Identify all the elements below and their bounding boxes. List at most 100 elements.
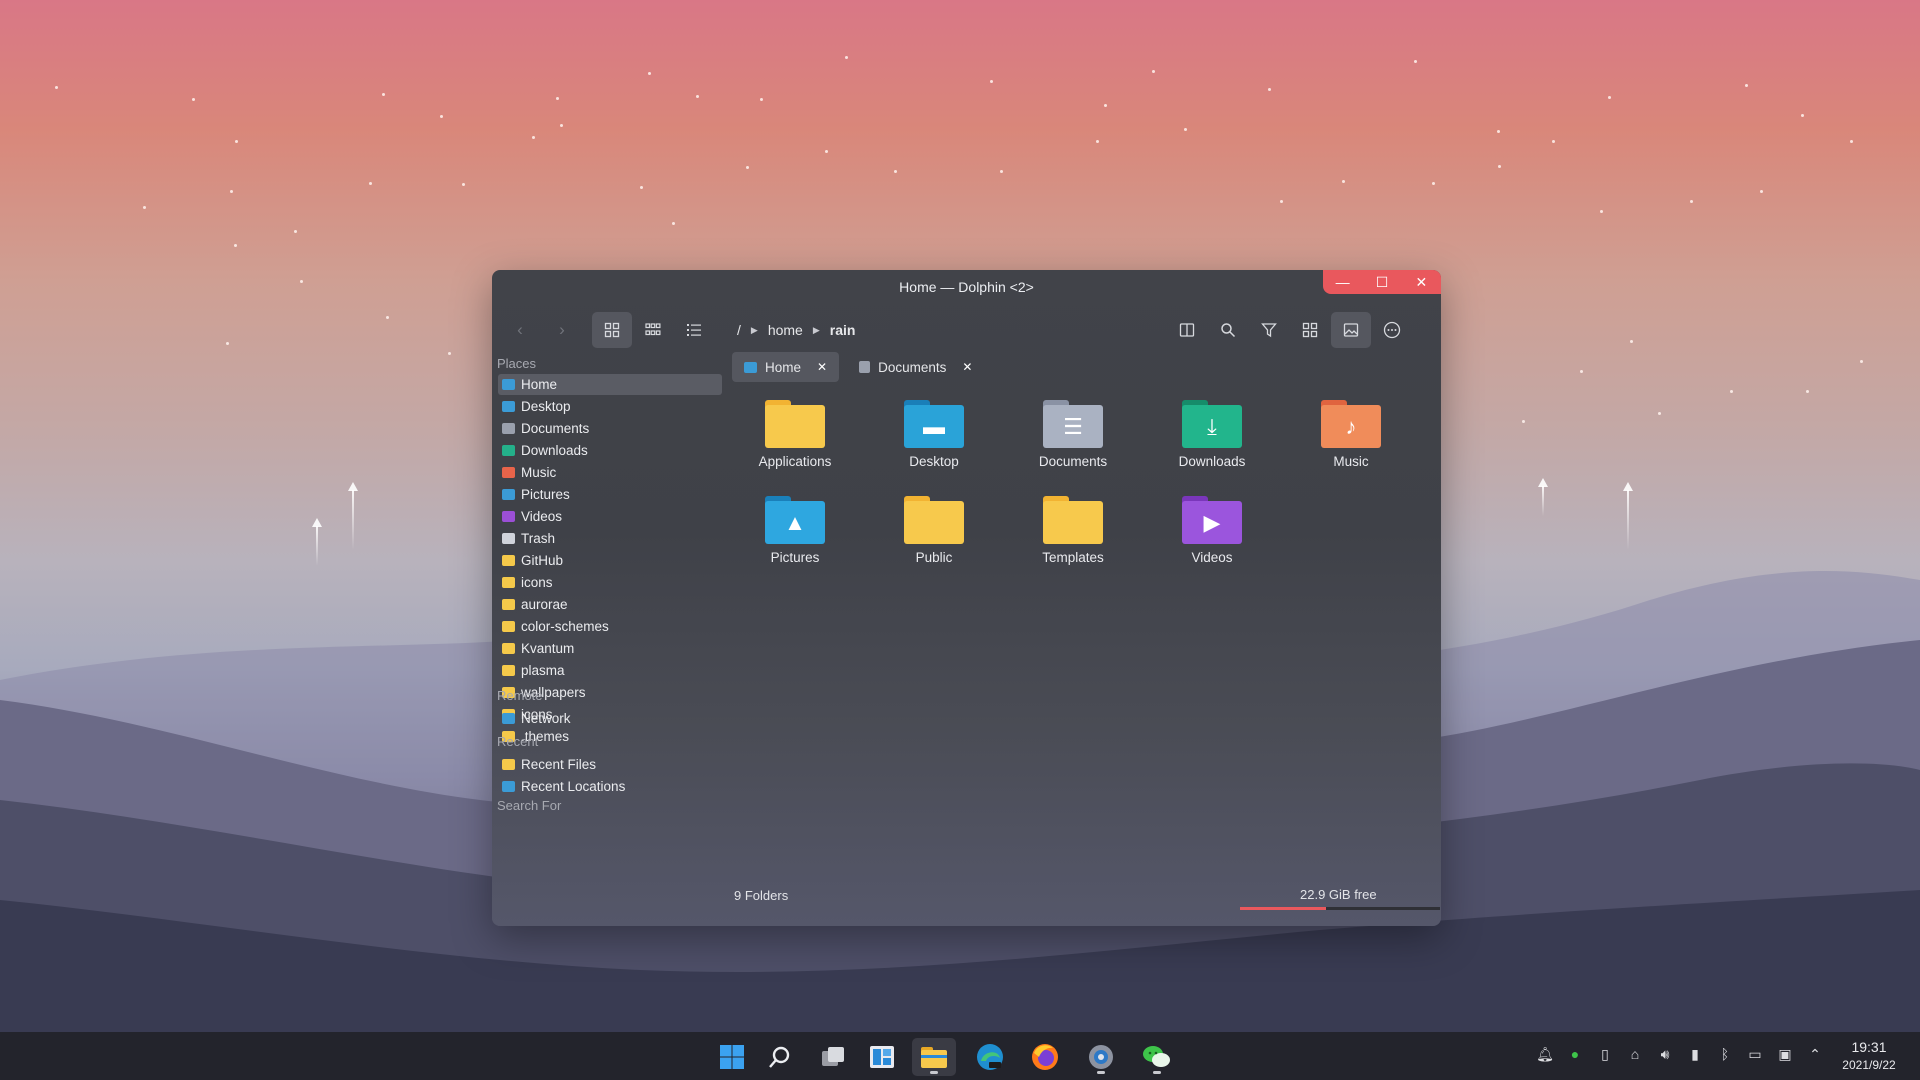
folder-item-music[interactable]: ♪ Music	[1291, 400, 1411, 469]
monitor-icon[interactable]: ▣	[1774, 1046, 1796, 1066]
search-icon[interactable]	[1208, 312, 1248, 348]
sidebar-item-label: GitHub	[521, 553, 564, 568]
more-options-icon[interactable]	[1372, 312, 1412, 348]
display-icon[interactable]: ▭	[1744, 1046, 1766, 1066]
system-tray: 🔔︎ ● ▯ ⌂ 🔊︎ ▮ ᛒ ▭ ▣ ⌃	[1534, 1046, 1826, 1066]
breadcrumb-current[interactable]: rain	[830, 322, 856, 338]
folder-item-pictures[interactable]: ▲ Pictures	[735, 496, 855, 565]
sidebar-item-github[interactable]: GitHub	[498, 550, 722, 571]
sidebar-item-desktop[interactable]: Desktop	[498, 396, 722, 417]
sidebar-item-videos[interactable]: Videos	[498, 506, 722, 527]
folder-icon: ▶	[1182, 496, 1242, 544]
sidebar-item-label: Trash	[521, 531, 556, 546]
folder-icon	[502, 621, 515, 632]
clipboard-icon[interactable]: ▯	[1594, 1046, 1616, 1066]
folder-icon: ▬	[904, 400, 964, 448]
bluetooth-icon[interactable]: ᛒ	[1714, 1046, 1736, 1066]
sidebar-item-icons[interactable]: icons	[498, 572, 722, 593]
sidebar-item-plasma[interactable]: plasma	[498, 660, 722, 681]
network-icon[interactable]: ⌂	[1624, 1046, 1646, 1066]
recent-title: Recent	[497, 734, 539, 749]
dolphin-window: Home — Dolphin <2> — ☐ ✕ ‹ › / ▶ home ▶ …	[492, 270, 1441, 926]
minimize-button[interactable]: —	[1328, 270, 1358, 294]
sidebar-item-label: Documents	[521, 421, 590, 436]
edge-dev-icon[interactable]	[968, 1038, 1012, 1076]
volume-icon[interactable]: 🔊︎	[1654, 1046, 1676, 1066]
sidebar-item-trash[interactable]: Trash	[498, 528, 722, 549]
wechat-tray-icon[interactable]: ●	[1564, 1046, 1586, 1066]
sidebar-item-pictures[interactable]: Pictures	[498, 484, 722, 505]
task-view-icon[interactable]	[811, 1038, 855, 1076]
sidebar-item-documents[interactable]: Documents	[498, 418, 722, 439]
wechat-icon[interactable]	[1135, 1038, 1179, 1076]
tab-documents[interactable]: Documents ✕	[847, 352, 984, 382]
details-view-icon[interactable]	[674, 312, 714, 348]
folder-item-applications[interactable]: Applications	[735, 400, 855, 469]
folder-label: Applications	[758, 454, 832, 469]
window-title: Home — Dolphin <2>	[899, 279, 1034, 295]
file-explorer-icon[interactable]	[912, 1038, 956, 1076]
firefox-icon[interactable]	[1023, 1038, 1067, 1076]
maximize-button[interactable]: ☐	[1367, 270, 1397, 294]
breadcrumb-home[interactable]: home	[768, 322, 803, 338]
folder-icon: ♪	[1321, 400, 1381, 448]
folder-icon	[502, 489, 515, 500]
folder-item-downloads[interactable]: ⤓ Downloads	[1152, 400, 1272, 469]
clock[interactable]: 19:31 2021/9/22	[1834, 1039, 1904, 1072]
folder-icon	[502, 599, 515, 610]
sidebar-item-music[interactable]: Music	[498, 462, 722, 483]
icons-view-icon[interactable]	[592, 312, 632, 348]
widgets-icon[interactable]	[860, 1038, 904, 1076]
sidebar-item-recent-locations[interactable]: Recent Locations	[498, 776, 722, 797]
bell-icon[interactable]: 🔔︎	[1534, 1046, 1556, 1066]
folder-icon	[502, 533, 515, 544]
folder-label: Downloads	[1178, 454, 1246, 469]
chevron-right-icon: ▶	[812, 324, 820, 335]
close-button[interactable]: ✕	[1406, 270, 1436, 294]
folder-item-videos[interactable]: ▶ Videos	[1152, 496, 1272, 565]
folder-item-public[interactable]: Public	[874, 496, 994, 565]
battery-icon[interactable]: ▮	[1684, 1046, 1706, 1066]
sidebar-item-home[interactable]: Home	[498, 374, 722, 395]
sidebar-item-label: icons	[521, 575, 553, 590]
folder-label: Documents	[1038, 454, 1108, 469]
sidebar-item-recent-files[interactable]: Recent Files	[498, 754, 722, 775]
sidebar-item-kvantum[interactable]: Kvantum	[498, 638, 722, 659]
folder-label: Videos	[1191, 550, 1233, 565]
grid-icon[interactable]	[1290, 312, 1330, 348]
compact-view-icon[interactable]	[633, 312, 673, 348]
sidebar-item-downloads[interactable]: Downloads	[498, 440, 722, 461]
sidebar-item-label: Home	[521, 377, 558, 392]
search-icon[interactable]	[758, 1038, 802, 1076]
settings-icon[interactable]	[1079, 1038, 1123, 1076]
forward-icon[interactable]: ›	[542, 312, 582, 348]
folder-item-templates[interactable]: Templates	[1013, 496, 1133, 565]
sidebar-item-aurorae[interactable]: aurorae	[498, 594, 722, 615]
chevron-up-icon[interactable]: ⌃	[1804, 1046, 1826, 1066]
tab-home[interactable]: Home ✕	[732, 352, 840, 382]
folder-item-desktop[interactable]: ▬ Desktop	[874, 400, 994, 469]
back-icon[interactable]: ‹	[500, 312, 540, 348]
home-folder-icon	[744, 361, 757, 373]
breadcrumb-root[interactable]: /	[737, 322, 741, 338]
close-tab-icon[interactable]: ✕	[817, 360, 827, 374]
folder-label: Templates	[1042, 550, 1104, 565]
folder-label: Pictures	[770, 550, 820, 565]
sidebar-item-label: color-schemes	[521, 619, 609, 634]
folder-icon	[502, 577, 515, 588]
folder-item-documents[interactable]: ☰ Documents	[1013, 400, 1133, 469]
sidebar-item-color-schemes[interactable]: color-schemes	[498, 616, 722, 637]
close-tab-icon[interactable]: ✕	[962, 360, 972, 374]
folder-icon	[502, 379, 515, 390]
split-view-icon[interactable]	[1167, 312, 1207, 348]
filter-icon[interactable]	[1249, 312, 1289, 348]
sidebar-item-network[interactable]: Network	[498, 708, 722, 729]
chevron-right-icon: ▶	[750, 324, 758, 335]
clock-date: 2021/9/22	[1842, 1058, 1896, 1072]
start-button-icon[interactable]	[710, 1038, 754, 1076]
status-folder-count: 9 Folders	[734, 888, 789, 903]
folder-icon: ☰	[1043, 400, 1103, 448]
titlebar[interactable]: Home — Dolphin <2> — ☐ ✕	[492, 270, 1441, 304]
sidebar-item-label: Videos	[521, 509, 563, 524]
preview-icon[interactable]	[1331, 312, 1371, 348]
